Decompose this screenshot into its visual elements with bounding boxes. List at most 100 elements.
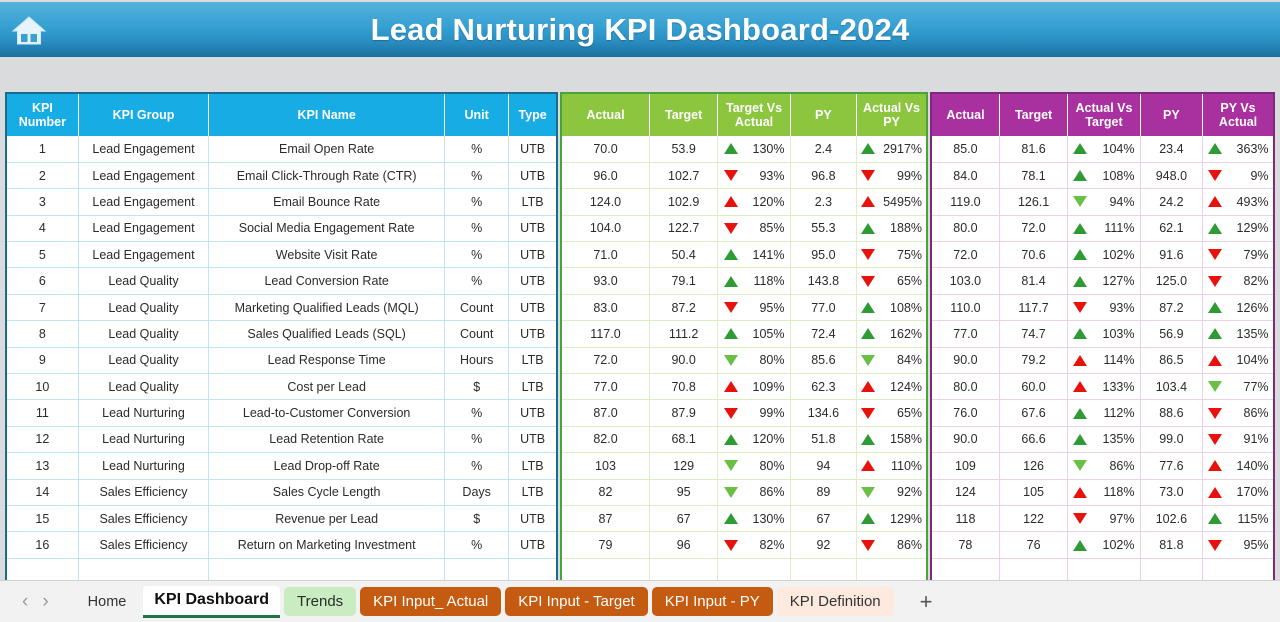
ytd-py-vs-actual-cell: 493% <box>1202 188 1274 216</box>
ytd-py-cell: 91.6 <box>1140 241 1204 269</box>
mtd-target-vs-actual-cell: 85% <box>717 215 791 243</box>
mtd-actual-cell: 77.0 <box>561 373 650 401</box>
mtd-target-vs-actual-cell-value: 95% <box>759 300 785 315</box>
ytd-actual-cell: 103.0 <box>931 267 1000 295</box>
trend-up-icon <box>1207 222 1222 234</box>
sheet-tab-trends[interactable]: Trends <box>284 587 357 616</box>
kpi-number-cell: 3 <box>6 188 79 216</box>
trend-up-icon <box>1207 302 1222 314</box>
ytd-py-vs-actual-cell: 363% <box>1202 136 1274 163</box>
ytd-py-vs-actual-cell-value: 9% <box>1250 168 1269 183</box>
mtd-py-cell: 92 <box>790 531 858 559</box>
kpi-name-cell: Website Visit Rate <box>208 241 446 269</box>
ytd-py-cell: 23.4 <box>1140 136 1204 163</box>
ytd-actual-vs-target-cell: 102% <box>1067 241 1141 269</box>
table-row: 110.0 117.7 93% 87.2 126% <box>931 294 1274 322</box>
mtd-py-cell: 67 <box>790 505 858 533</box>
kpi-number-cell: 16 <box>6 531 79 559</box>
mtd-target-vs-actual-cell: 86% <box>717 479 791 506</box>
ytd-py-cell: 88.6 <box>1140 399 1204 427</box>
sheet-tab-kpi-input-actual[interactable]: KPI Input_ Actual <box>360 587 502 616</box>
kpi-name-cell: Lead Retention Rate <box>208 426 446 454</box>
mtd-actual-vs-py-cell: 158% <box>856 426 927 454</box>
kpi-name-cell: Social Media Engagement Rate <box>208 215 446 243</box>
ytd-py-vs-actual-cell: 95% <box>1202 531 1274 559</box>
table-row: 84.0 78.1 108% 948.0 9% <box>931 162 1274 190</box>
table-row: 14 Sales Efficiency Sales Cycle Length Days… <box>6 479 557 506</box>
mtd-actual-vs-py-cell-value: 65% <box>897 274 923 289</box>
kpi-group-cell: Lead Quality <box>78 294 210 322</box>
table-row: 16 Sales Efficiency Return on Marketing In… <box>6 531 557 559</box>
ytd-py-cell: 103.4 <box>1140 373 1204 401</box>
kpi-unit-cell: % <box>444 267 510 295</box>
kpi-group-cell: Lead Engagement <box>78 215 210 243</box>
trend-up-icon <box>1073 143 1088 155</box>
mtd-actual-vs-py-cell: 188% <box>856 215 927 243</box>
table-row: 8 Lead Quality Sales Qualified Leads (SQL)… <box>6 320 557 348</box>
mtd-target-vs-actual-cell: 105% <box>717 320 791 348</box>
table-row: 80.0 72.0 111% 62.1 129% <box>931 215 1274 243</box>
ytd-py-vs-actual-cell: 9% <box>1202 162 1274 190</box>
ytd-py-vs-actual-cell: 135% <box>1202 320 1274 348</box>
mtd-py-cell: 134.6 <box>790 399 858 427</box>
kpi-name-cell: Lead Conversion Rate <box>208 267 446 295</box>
kpi-type-cell: UTB <box>508 505 557 533</box>
ytd-target-cell: 70.6 <box>999 241 1069 269</box>
trend-down-icon <box>1207 407 1222 419</box>
kpi-number-cell: 13 <box>6 452 79 480</box>
trend-up-icon <box>1073 354 1088 366</box>
kpi-name-cell: Email Bounce Rate <box>208 188 446 216</box>
mtd-actual-vs-py-cell-value: 124% <box>890 379 923 394</box>
plus-icon[interactable]: + <box>920 590 933 613</box>
ytd-actual-cell: 80.0 <box>931 373 1000 401</box>
mtd-target-cell: 111.2 <box>649 320 719 348</box>
trend-down-icon <box>1073 196 1088 208</box>
mtd-target-vs-actual-cell-value: 80% <box>759 353 785 368</box>
ytd-py-vs-actual-cell-value: 86% <box>1243 406 1269 421</box>
kpi-name-cell: Sales Qualified Leads (SQL) <box>208 320 446 348</box>
trend-down-icon <box>1207 381 1222 393</box>
ytd-actual-vs-target-cell-value: 108% <box>1102 168 1135 183</box>
kpi-type-cell: UTB <box>508 399 557 427</box>
trend-up-icon <box>1073 275 1088 287</box>
sheet-tab-kpi-input-target[interactable]: KPI Input - Target <box>505 587 648 616</box>
ytd-py-vs-actual-cell-value: 115% <box>1237 511 1269 526</box>
sheet-tab-kpi-input-py[interactable]: KPI Input - PY <box>651 587 773 616</box>
mtd-target-cell: 102.7 <box>649 162 719 190</box>
ytd-py-vs-actual-cell-value: 129% <box>1236 221 1269 236</box>
sheet-tab-home[interactable]: Home <box>75 587 140 617</box>
table-row: 5 Lead Engagement Website Visit Rate% UTB <box>6 241 557 269</box>
trend-up-icon <box>723 196 738 208</box>
kpi-name-cell: Lead Response Time <box>208 347 446 375</box>
chevron-right-icon[interactable]: › <box>42 592 48 611</box>
trend-up-icon <box>861 513 876 525</box>
table-row: 71.0 50.4 141% 95.0 75% <box>561 241 927 269</box>
trend-down-icon <box>861 170 876 182</box>
mtd-target-cell: 68.1 <box>649 426 719 454</box>
mtd-target-vs-actual-cell: 120% <box>717 426 791 454</box>
trend-up-icon <box>861 381 876 393</box>
trend-down-icon <box>861 354 876 366</box>
ytd-actual-cell: 72.0 <box>931 241 1000 269</box>
col-header-ytd-actual-vs-target: Actual Vs Target <box>1067 93 1141 136</box>
ytd-target-cell: 126.1 <box>999 188 1069 216</box>
mtd-actual-vs-py-cell-value: 2917% <box>883 141 923 156</box>
ytd-py-vs-actual-cell-value: 126% <box>1236 300 1269 315</box>
controls-strip: Select Month September 2024 MTD YTD <box>0 57 1280 147</box>
sheet-tab-kpi-dashboard[interactable]: KPI Dashboard <box>143 585 281 618</box>
ytd-py-vs-actual-cell-value: 95% <box>1243 538 1269 553</box>
trend-up-icon <box>1207 486 1222 498</box>
mtd-target-vs-actual-cell-value: 120% <box>752 194 785 209</box>
ytd-actual-vs-target-cell: 118% <box>1067 479 1141 506</box>
trend-up-icon <box>1073 539 1088 551</box>
mtd-target-cell: 79.1 <box>649 267 719 295</box>
sheet-tab-kpi-definition[interactable]: KPI Definition <box>776 587 894 616</box>
ytd-py-cell: 77.6 <box>1140 452 1204 480</box>
trend-up-icon <box>1207 196 1222 208</box>
chevron-left-icon[interactable]: ‹ <box>22 592 28 611</box>
title-banner: Lead Nurturing KPI Dashboard-2024 <box>0 2 1280 57</box>
table-row: 77.0 70.8 109% 62.3 124% <box>561 373 927 401</box>
mtd-py-cell: 143.8 <box>790 267 858 295</box>
ytd-py-vs-actual-cell-value: 170% <box>1236 485 1269 500</box>
ytd-actual-vs-target-cell-value: 103% <box>1102 326 1135 341</box>
